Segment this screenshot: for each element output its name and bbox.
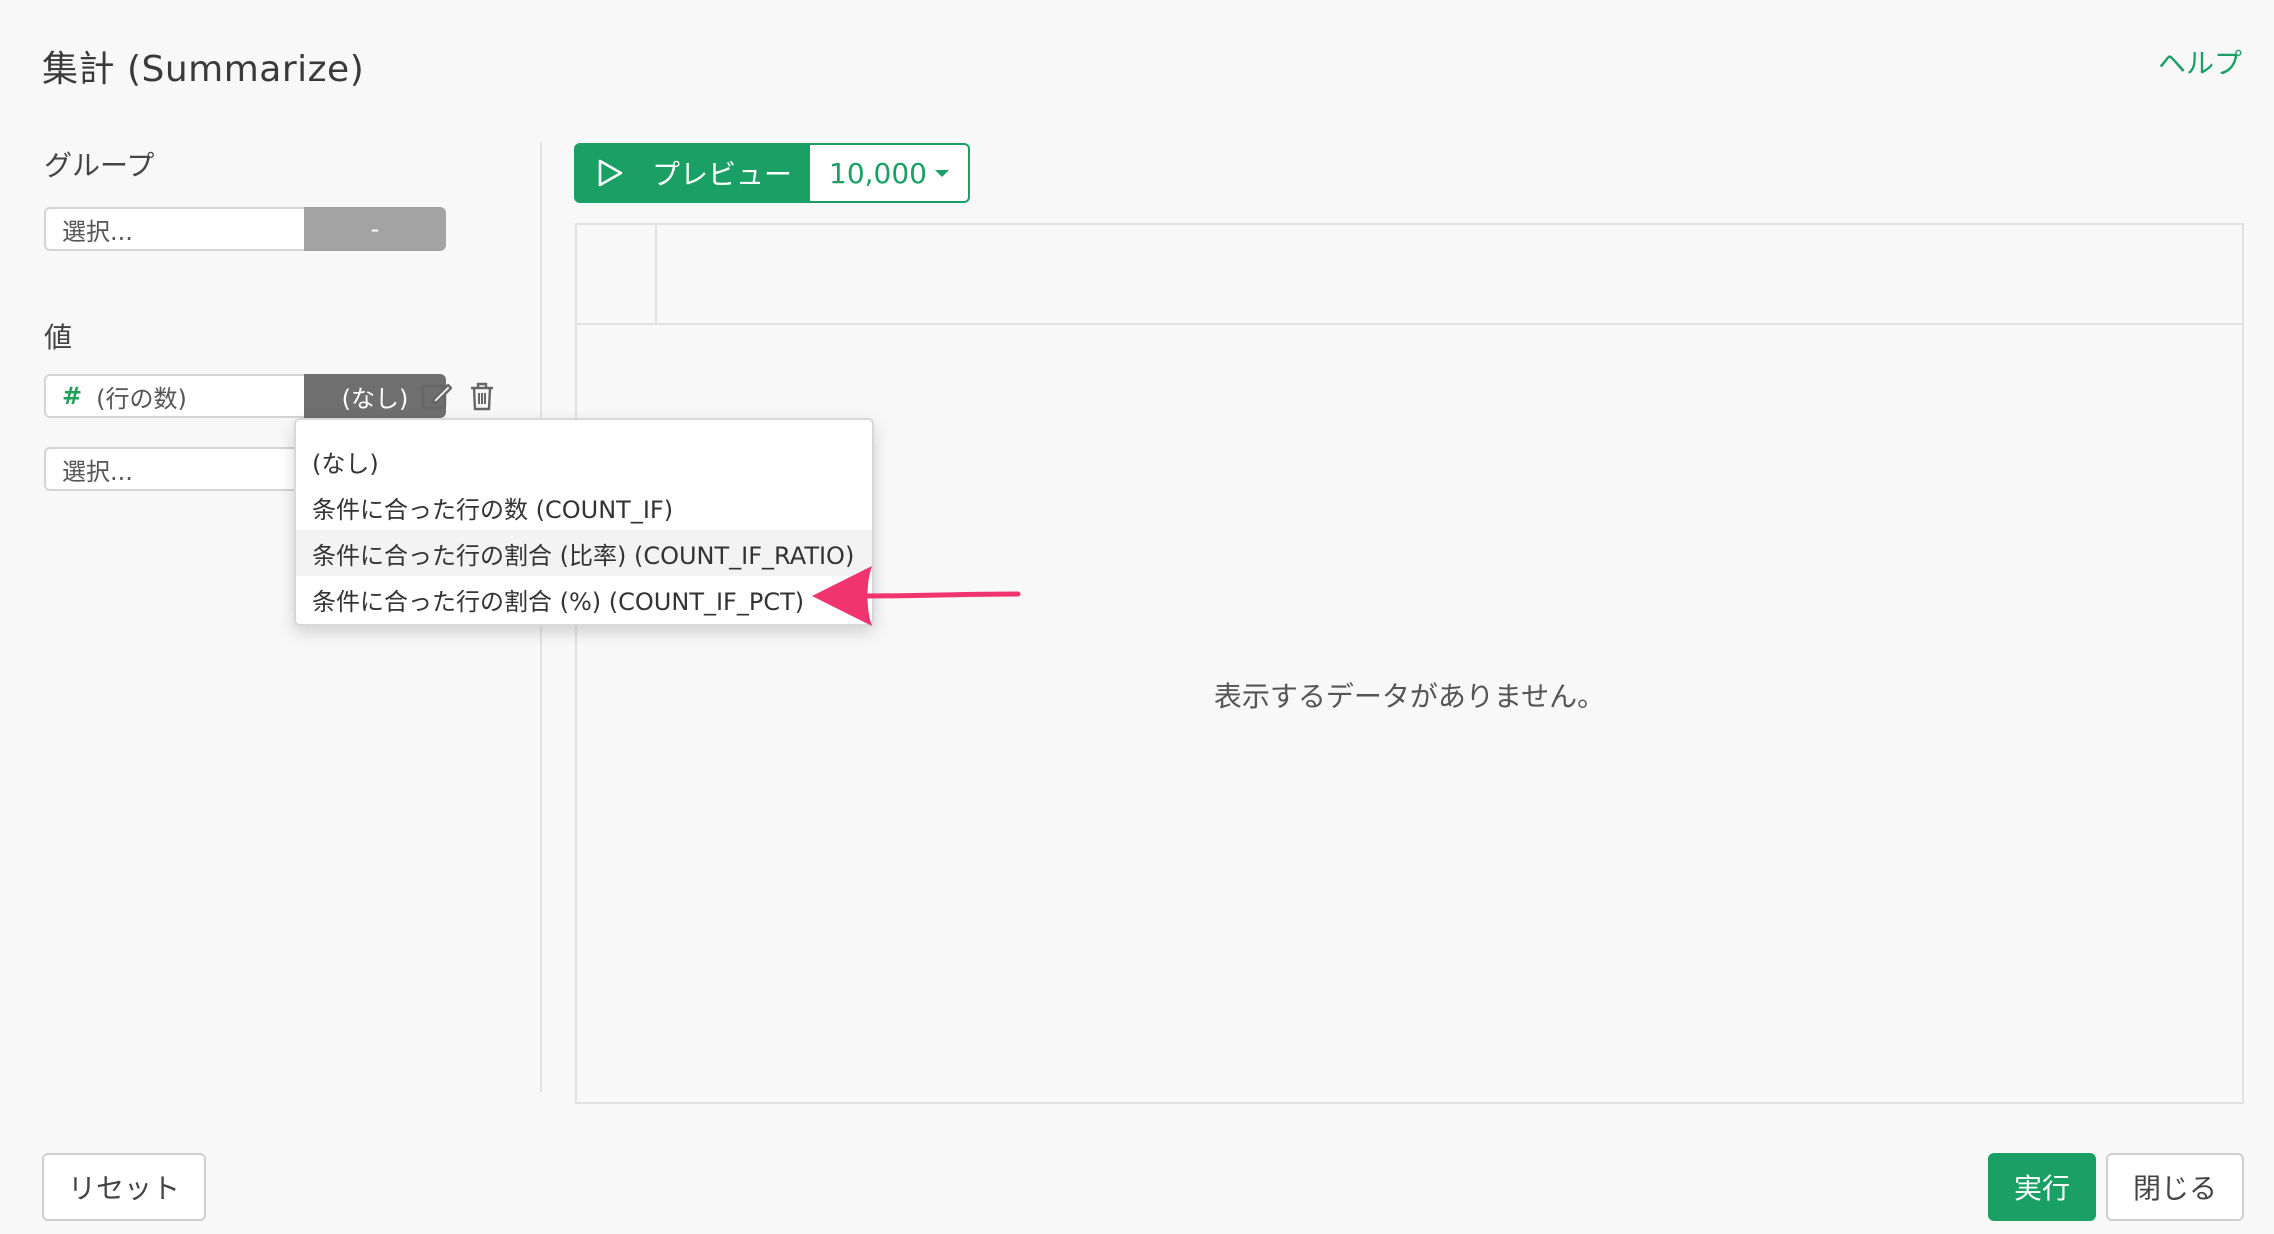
preview-button[interactable]: プレビュー: [574, 143, 810, 203]
group-remove-button[interactable]: -: [304, 207, 446, 251]
caret-down-icon: [934, 169, 949, 177]
row-limit-value: 10,000: [829, 156, 927, 190]
group-select-input[interactable]: 選択...: [44, 207, 304, 251]
empty-data-message: 表示するデータがありません。: [1213, 680, 1606, 713]
aggregation-dropdown: (なし) 条件に合った行の数 (COUNT_IF) 条件に合った行の割合 (比率…: [294, 418, 874, 626]
value-column-label: (行の数): [96, 384, 187, 413]
annotation-arrow-icon: [812, 566, 1021, 626]
row-limit-dropdown[interactable]: 10,000: [810, 143, 970, 203]
reset-button[interactable]: リセット: [42, 1153, 206, 1221]
value-column-select[interactable]: # (行の数): [44, 374, 304, 418]
table-header-divider: [655, 225, 657, 325]
new-value-select-input[interactable]: 選択...: [44, 447, 304, 491]
dropdown-item-count-if-ratio[interactable]: 条件に合った行の割合 (比率) (COUNT_IF_RATIO): [296, 530, 872, 576]
trash-icon[interactable]: [465, 379, 499, 413]
preview-control-group: プレビュー 10,000: [574, 143, 970, 203]
summarize-dialog: 集計 (Summarize) ヘルプ グループ 選択... - 値 # (行の数…: [0, 0, 2274, 1234]
group-section-label: グループ: [44, 149, 155, 182]
number-type-icon: #: [62, 382, 83, 410]
help-link[interactable]: ヘルプ: [2158, 42, 2242, 82]
preview-table: 表示するデータがありません。: [575, 223, 2244, 1104]
dropdown-item-count-if[interactable]: 条件に合った行の数 (COUNT_IF): [296, 484, 872, 530]
page-title: 集計 (Summarize): [42, 49, 365, 90]
value-section-label: 値: [44, 321, 73, 354]
dropdown-item-none[interactable]: (なし): [296, 438, 872, 484]
new-value-select-row: 選択...: [44, 447, 304, 491]
table-header: [577, 225, 2242, 325]
value-row: # (行の数) (なし): [44, 374, 446, 418]
preview-button-label: プレビュー: [652, 158, 793, 191]
edit-icon[interactable]: [420, 379, 454, 413]
play-icon: [598, 159, 623, 187]
close-button[interactable]: 閉じる: [2106, 1153, 2244, 1221]
group-select-row: 選択... -: [44, 207, 446, 251]
dropdown-item-count-if-pct[interactable]: 条件に合った行の割合 (%) (COUNT_IF_PCT): [296, 576, 872, 622]
run-button[interactable]: 実行: [1988, 1153, 2096, 1221]
